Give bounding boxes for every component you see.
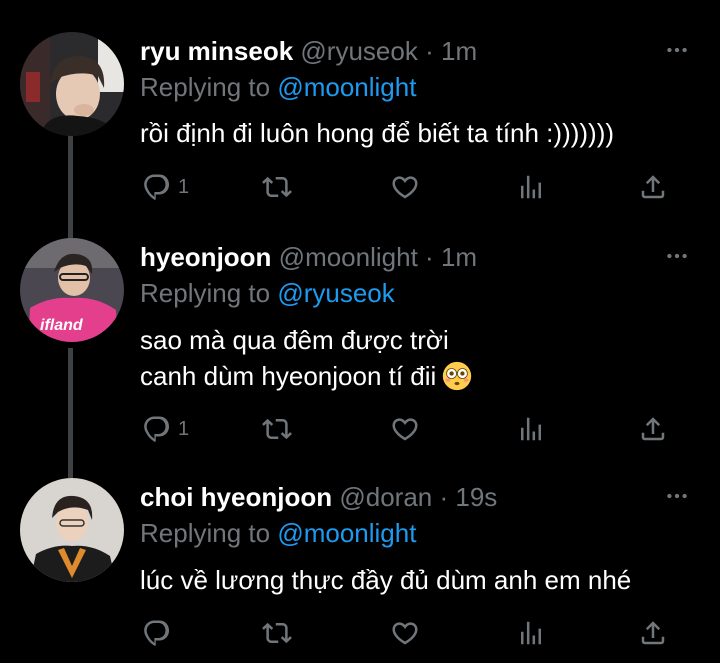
more-icon[interactable]: [664, 483, 690, 509]
tweet-header: choi hyeonjoon @doran · 19s: [140, 480, 700, 514]
share-icon: [638, 618, 668, 648]
like-button[interactable]: [390, 616, 420, 650]
replying-to-line: Replying to @moonlight: [140, 516, 416, 550]
retweet-button[interactable]: [262, 616, 292, 650]
mention-link[interactable]: @moonlight: [277, 518, 416, 548]
share-button[interactable]: [638, 616, 668, 650]
timestamp[interactable]: 19s: [455, 482, 497, 512]
user-handle[interactable]: @doran: [339, 482, 432, 512]
action-bar: [0, 616, 720, 656]
display-name[interactable]: choi hyeonjoon: [140, 482, 332, 512]
replying-to-label: Replying to: [140, 518, 271, 548]
analytics-icon: [516, 618, 546, 648]
avatar[interactable]: [20, 478, 124, 582]
separator-dot: ·: [439, 482, 449, 512]
tweet-text: lúc về lương thực đầy đủ dùm anh em nhé: [140, 562, 631, 598]
retweet-icon: [262, 618, 292, 648]
reply-icon: [142, 618, 172, 648]
tweet-3[interactable]: choi hyeonjoon @doran · 19s Replying to …: [0, 0, 720, 663]
reply-button[interactable]: [142, 616, 178, 650]
tweet-text-line: lúc về lương thực đầy đủ dùm anh em nhé: [140, 565, 632, 595]
views-button[interactable]: [516, 616, 546, 650]
heart-icon: [390, 618, 420, 648]
